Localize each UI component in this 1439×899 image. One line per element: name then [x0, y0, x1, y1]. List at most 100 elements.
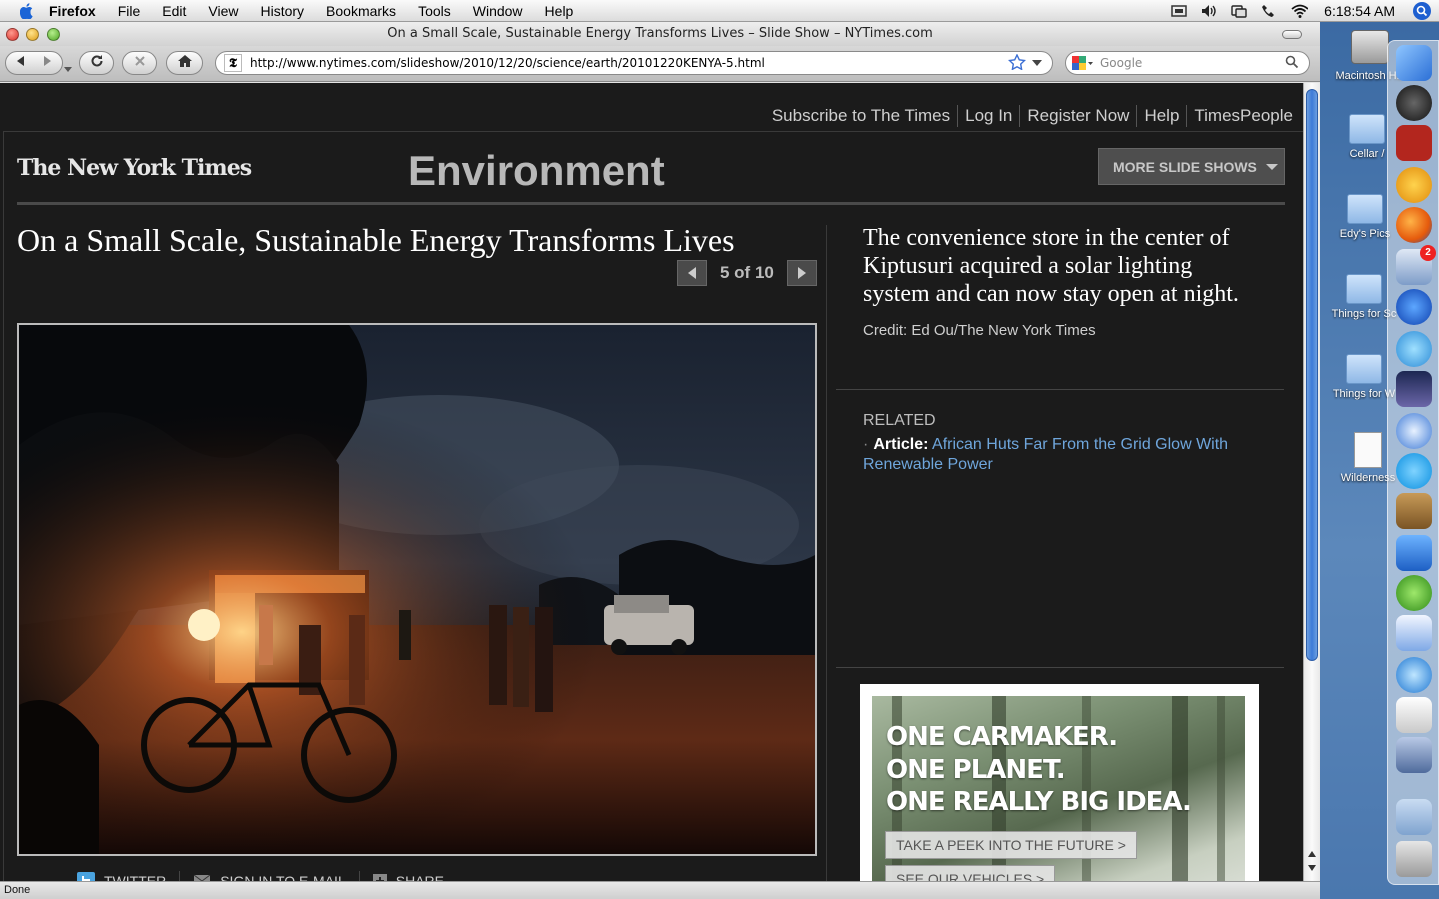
itunes-icon[interactable] [1396, 657, 1432, 693]
menu-edit[interactable]: Edit [151, 0, 197, 22]
register-link[interactable]: Register Now [1020, 106, 1136, 126]
subscribe-link[interactable]: Subscribe to The Times [765, 106, 957, 126]
word-icon[interactable] [1396, 535, 1432, 571]
twitter-icon [77, 872, 95, 881]
window-title: On a Small Scale, Sustainable Energy Tra… [387, 26, 933, 41]
preview-icon[interactable] [1396, 615, 1432, 651]
volume-icon[interactable] [1200, 3, 1218, 19]
menu-window[interactable]: Window [462, 0, 534, 22]
hard-drive-icon [1351, 30, 1389, 64]
previous-slide-button[interactable] [677, 260, 707, 286]
dashboard-icon[interactable] [1396, 85, 1432, 121]
google-engine-icon[interactable] [1072, 54, 1094, 72]
search-bar[interactable]: Google [1065, 51, 1310, 75]
display-icon[interactable] [1170, 3, 1188, 19]
bookmark-star-icon[interactable] [1007, 52, 1027, 73]
iphoto-icon[interactable] [1396, 737, 1432, 773]
ad-future-button[interactable]: TAKE A PEEK INTO THE FUTURE > [885, 831, 1137, 859]
skype-icon[interactable] [1396, 453, 1432, 489]
ad-headline-1: ONE CARMAKER. [886, 722, 1118, 752]
radiation-folder-icon[interactable] [1396, 799, 1432, 835]
safari-icon[interactable] [1396, 413, 1432, 449]
browser-window: On a Small Scale, Sustainable Energy Tra… [0, 22, 1320, 899]
timespeople-link[interactable]: TimesPeople [1187, 106, 1293, 126]
sync-icon[interactable] [1230, 3, 1248, 19]
status-bar: Done [0, 881, 1320, 899]
wifi-icon[interactable] [1290, 3, 1309, 19]
home-button[interactable] [166, 51, 203, 75]
stop-button[interactable] [122, 51, 157, 75]
lime-icon[interactable] [1396, 575, 1432, 611]
menubar-clock[interactable]: 6:18:54 AM [1324, 3, 1395, 19]
messenger-icon[interactable] [1396, 331, 1432, 367]
twitter-button[interactable]: TWITTER [77, 872, 179, 881]
menu-tools[interactable]: Tools [407, 0, 462, 22]
textedit-icon[interactable] [1396, 697, 1432, 733]
menu-help[interactable]: Help [534, 0, 585, 22]
menu-file[interactable]: File [107, 0, 152, 22]
earth-icon[interactable] [1396, 289, 1432, 325]
scrollbar-thumb[interactable] [1306, 89, 1318, 661]
address-book-icon[interactable] [1396, 493, 1432, 529]
menubar-extras: 6:18:54 AM [1170, 0, 1439, 22]
menu-history[interactable]: History [249, 0, 315, 22]
ad-image[interactable]: ONE CARMAKER. ONE PLANET. ONE REALLY BIG… [872, 696, 1245, 881]
slide-pager: 5 of 10 [677, 260, 817, 286]
top-navigation: Subscribe to The Times Log In Register N… [765, 105, 1293, 127]
more-slide-shows-button[interactable]: MORE SLIDE SHOWS [1098, 148, 1285, 185]
scroll-down-arrow-icon[interactable] [1307, 859, 1317, 877]
envelope-icon [193, 874, 211, 881]
help-link[interactable]: Help [1137, 106, 1186, 126]
nyt-logo[interactable]: The New York Times [17, 155, 252, 181]
zoom-window-icon[interactable] [47, 28, 60, 41]
phone-icon[interactable] [1260, 3, 1278, 19]
money-icon[interactable] [1396, 167, 1432, 203]
vertical-scrollbar[interactable] [1303, 83, 1320, 881]
close-window-icon[interactable] [6, 28, 19, 41]
history-dropdown-icon[interactable] [64, 60, 72, 78]
web-page: Subscribe to The Times Log In Register N… [0, 83, 1303, 881]
share-button[interactable]: SHARE [360, 873, 457, 881]
right-arrow-icon [797, 267, 806, 279]
search-magnifier-icon[interactable] [1285, 55, 1299, 72]
forward-arrow-icon[interactable] [41, 54, 55, 73]
desktop-icon-label: Cellar / [1349, 148, 1385, 160]
slide-photo[interactable] [17, 323, 817, 856]
login-link[interactable]: Log In [958, 106, 1019, 126]
finder-icon[interactable] [1396, 45, 1432, 81]
trash-icon[interactable] [1396, 841, 1432, 877]
menu-app-name[interactable]: Firefox [38, 0, 107, 22]
related-prefix: Article: [873, 436, 929, 453]
next-slide-button[interactable] [786, 260, 817, 286]
home-icon [177, 54, 193, 73]
apple-menu-icon[interactable] [16, 0, 38, 22]
menu-bookmarks[interactable]: Bookmarks [315, 0, 407, 22]
dictionary-icon[interactable] [1396, 125, 1432, 161]
ad-vehicles-button[interactable]: SEE OUR VEHICLES > [885, 865, 1056, 881]
bullet: · [863, 436, 869, 453]
menu-view[interactable]: View [197, 0, 249, 22]
back-arrow-icon[interactable] [13, 54, 27, 73]
reload-button[interactable] [79, 51, 114, 75]
share-label: SHARE [395, 873, 444, 881]
share-toolbar: TWITTER SIGN IN TO E-MAIL SHARE [77, 871, 457, 881]
minimize-window-icon[interactable] [26, 28, 39, 41]
search-placeholder: Google [1100, 56, 1143, 70]
twitter-label: TWITTER [104, 873, 167, 881]
url-bar[interactable]: 𝕿 http://www.nytimes.com/slideshow/2010/… [215, 51, 1053, 75]
slide-counter: 5 of 10 [720, 263, 774, 282]
firefox-icon[interactable] [1396, 207, 1432, 243]
photo-credit: Credit: Ed Ou/The New York Times [863, 322, 1096, 339]
url-text[interactable]: http://www.nytimes.com/slideshow/2010/12… [250, 56, 1008, 70]
column-divider [826, 225, 827, 881]
toolbar-toggle-icon[interactable] [1282, 30, 1302, 39]
more-slide-shows-label: MORE SLIDE SHOWS [1113, 158, 1257, 175]
advertisement[interactable]: ONE CARMAKER. ONE PLANET. ONE REALLY BIG… [860, 684, 1259, 881]
mail-stamp-icon[interactable]: 2 [1396, 245, 1436, 285]
night-app-icon[interactable] [1396, 371, 1432, 407]
url-history-dropdown-icon[interactable] [1032, 56, 1042, 70]
email-button[interactable]: SIGN IN TO E-MAIL [180, 873, 359, 881]
spotlight-icon[interactable] [1413, 2, 1431, 20]
desktop-icon-label: Edy's Pics [1339, 228, 1391, 240]
plus-icon [372, 874, 387, 881]
